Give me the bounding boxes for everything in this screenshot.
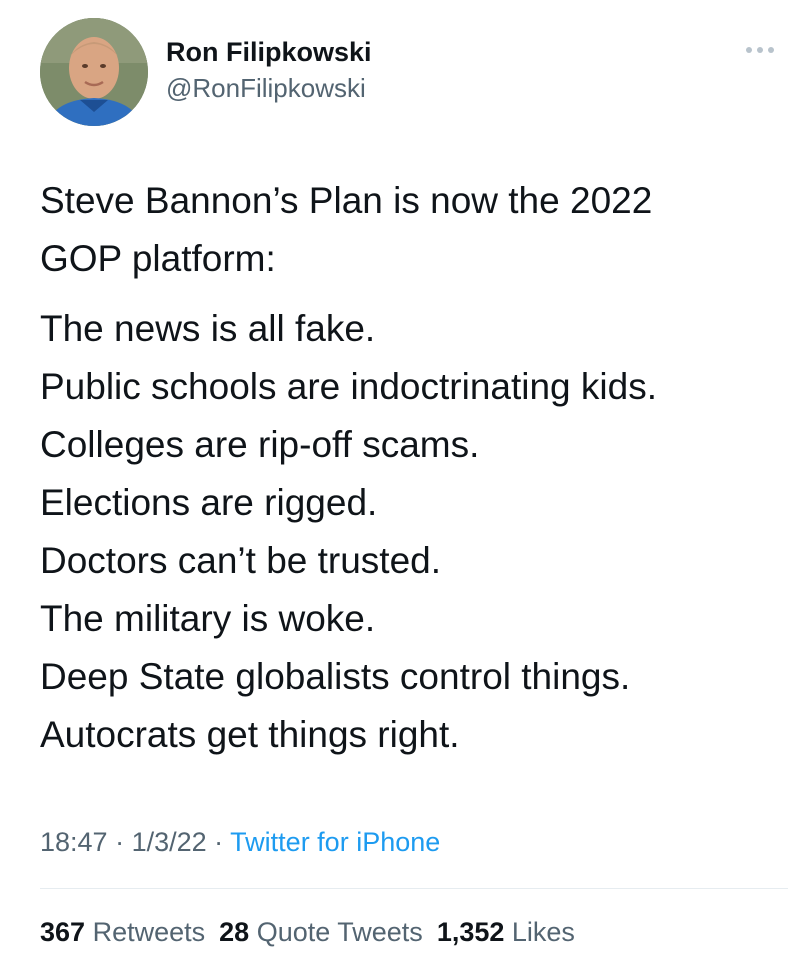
- tweet-line: Public schools are indoctrinating kids.: [40, 366, 657, 407]
- tweet-line: Autocrats get things right.: [40, 714, 460, 755]
- tweet-meta: 18:47 · 1/3/22 · Twitter for iPhone: [40, 822, 440, 862]
- quote-tweets-count: 28: [219, 917, 250, 947]
- retweets-count: 367: [40, 917, 86, 947]
- retweets-stat[interactable]: 367 Retweets: [40, 917, 205, 947]
- author-block: Ron Filipkowski @RonFilipkowski: [166, 36, 372, 104]
- retweets-label: Retweets: [92, 917, 206, 947]
- tweet-line: GOP platform:: [40, 238, 276, 279]
- tweet-paragraph-intro: Steve Bannon’s Plan is now the 2022 GOP …: [40, 172, 790, 288]
- tweet-line: The news is all fake.: [40, 308, 376, 349]
- author-handle[interactable]: @RonFilipkowski: [166, 72, 372, 104]
- quote-tweets-label: Quote Tweets: [256, 917, 423, 947]
- profile-photo-icon: [40, 18, 148, 126]
- meta-separator: ·: [107, 827, 132, 857]
- tweet-stats: 367 Retweets 28 Quote Tweets 1,352 Likes: [40, 912, 589, 952]
- likes-stat[interactable]: 1,352 Likes: [437, 917, 575, 947]
- meta-separator: ·: [206, 827, 231, 857]
- tweet-line: Elections are rigged.: [40, 482, 378, 523]
- likes-count: 1,352: [436, 917, 505, 947]
- tweet-line: Deep State globalists control things.: [40, 656, 631, 697]
- likes-label: Likes: [511, 917, 575, 947]
- tweet-line: Colleges are rip-off scams.: [40, 424, 480, 465]
- tweet-line: Doctors can’t be trusted.: [40, 540, 442, 581]
- tweet-paragraph-list: The news is all fake. Public schools are…: [40, 300, 790, 764]
- author-display-name[interactable]: Ron Filipkowski: [166, 36, 372, 68]
- divider: [40, 888, 788, 889]
- author-avatar[interactable]: [40, 18, 148, 126]
- tweet-line: Steve Bannon’s Plan is now the 2022: [40, 180, 653, 221]
- tweet-line: The military is woke.: [40, 598, 376, 639]
- tweet-source-link[interactable]: Twitter for iPhone: [230, 827, 440, 857]
- tweet-date[interactable]: 1/3/22: [132, 827, 207, 857]
- tweet-card: Ron Filipkowski @RonFilipkowski Steve Ba…: [0, 0, 808, 961]
- tweet-text: Steve Bannon’s Plan is now the 2022 GOP …: [40, 172, 790, 764]
- more-dots-icon: [746, 47, 774, 53]
- quote-tweets-stat[interactable]: 28 Quote Tweets: [219, 917, 423, 947]
- tweet-time[interactable]: 18:47: [40, 827, 108, 857]
- more-options-button[interactable]: [740, 38, 780, 62]
